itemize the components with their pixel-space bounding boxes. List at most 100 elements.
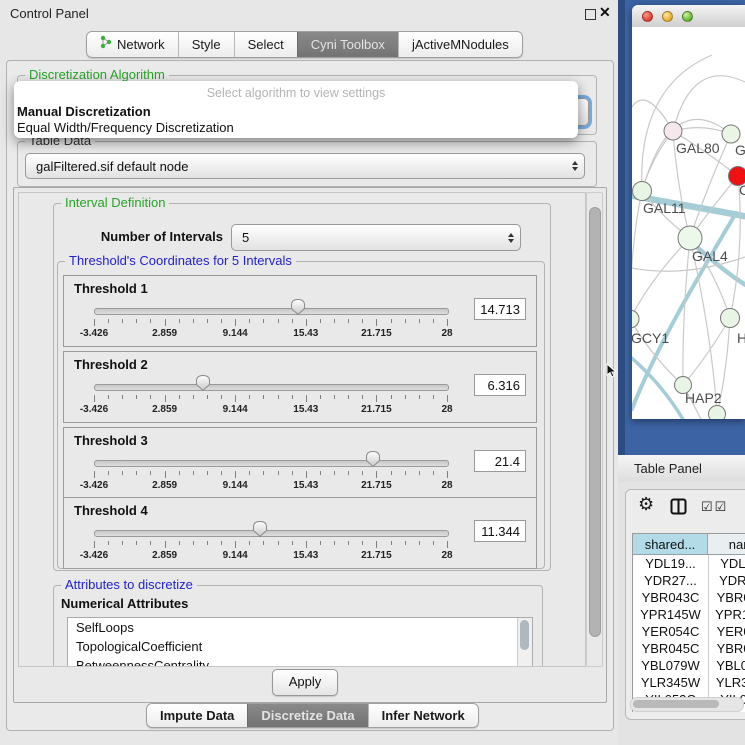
table-cell[interactable]: YER054C [633, 623, 708, 640]
apply-button[interactable]: Apply [272, 669, 338, 696]
slider-handle[interactable] [252, 520, 268, 541]
tab-impute-data[interactable]: Impute Data [147, 704, 247, 727]
threshold-value-field[interactable]: 14.713 [474, 298, 526, 320]
slider-track[interactable] [94, 384, 449, 391]
table-cell[interactable]: YDL19... [633, 555, 708, 572]
table-row[interactable]: YDR27...YDR27... [633, 572, 745, 589]
table-cell[interactable]: YDR27... [633, 572, 708, 589]
table-cell[interactable]: YLR345W [633, 674, 708, 691]
tab-select[interactable]: Select [234, 32, 297, 57]
slider-tick [221, 541, 222, 545]
attribute-list-item[interactable]: SelfLoops [68, 618, 532, 637]
slider-track[interactable] [94, 308, 449, 315]
popup-option-manual[interactable]: Manual Discretization [17, 104, 575, 120]
slider-handle[interactable] [365, 450, 381, 471]
table-cell[interactable]: YBL079W [633, 657, 708, 674]
table-cell[interactable]: YBL079W [708, 657, 745, 674]
network-node[interactable] [709, 406, 726, 420]
table-cell[interactable]: YBR043C [708, 589, 745, 606]
threshold-slider[interactable]: -3.4262.8599.14415.4321.71528 [94, 378, 447, 418]
scrollbar-thumb[interactable] [633, 700, 719, 708]
table-cell[interactable]: YDL19... [708, 555, 745, 572]
threshold-slider[interactable]: -3.4262.8599.14415.4321.71528 [94, 524, 447, 564]
attribute-list-item[interactable]: TopologicalCoefficient [68, 637, 532, 656]
network-node[interactable] [633, 182, 652, 201]
table-cell[interactable]: YDR27... [708, 572, 745, 589]
network-node[interactable] [678, 226, 702, 250]
checkbox-icon[interactable]: ☑ [701, 499, 715, 514]
slider-track[interactable] [94, 460, 449, 467]
column-checkbox-icons[interactable]: ☑☑ [701, 499, 728, 515]
popup-option-equal-width[interactable]: Equal Width/Frequency Discretization [17, 120, 575, 136]
table-row[interactable]: YLR345WYLR345W [633, 674, 745, 691]
table-cell[interactable]: YBR043C [633, 589, 708, 606]
float-window-icon[interactable] [585, 9, 596, 20]
table-horizontal-scrollbar[interactable] [630, 697, 744, 712]
table-cell[interactable]: YBR045C [633, 640, 708, 657]
table-cell[interactable]: YER054C [708, 623, 745, 640]
table-cell[interactable]: YLR345W [708, 674, 745, 691]
slider-tick [306, 319, 307, 326]
network-node-label: GAL80 [676, 140, 720, 156]
table-row[interactable]: YDL19...YDL19... [633, 555, 745, 572]
main-scrollbar[interactable] [586, 192, 603, 667]
network-node[interactable] [664, 122, 682, 140]
threshold-slider[interactable]: -3.4262.8599.14415.4321.71528 [94, 454, 447, 494]
network-node-label: GAL11 [643, 200, 686, 216]
slider-tick [405, 395, 406, 399]
table-row[interactable]: YPR145WYPR145W [633, 606, 745, 623]
column-header-name[interactable]: name [708, 534, 745, 555]
slider-tick [433, 541, 434, 545]
tab-cyni-toolbox[interactable]: Cyni Toolbox [297, 32, 398, 57]
zoom-traffic-light[interactable] [682, 11, 693, 22]
table-row[interactable]: YBL079WYBL079W [633, 657, 745, 674]
threshold-2-panel: Threshold 2 -3.4262.8599.14415.4321.7152… [63, 351, 537, 423]
scrollbar-thumb[interactable] [520, 620, 529, 650]
number-of-intervals-combobox[interactable]: 5 [231, 224, 521, 251]
slider-tick [263, 541, 264, 545]
table-row[interactable]: YBR045CYBR045C [633, 640, 745, 657]
threshold-label: Threshold 4 [74, 503, 148, 518]
slider-tick [108, 319, 109, 323]
network-window-titlebar[interactable] [632, 5, 745, 28]
close-traffic-light[interactable] [642, 11, 653, 22]
numerical-attributes-list[interactable]: SelfLoopsTopologicalCoefficientBetweenne… [67, 617, 533, 667]
cyni-toolbox-panel: Discretization Algorithm Table Data galF… [6, 60, 614, 731]
tab-jactivemnodules[interactable]: jActiveMNodules [398, 32, 522, 57]
split-columns-icon[interactable] [670, 498, 687, 518]
column-header-shared-name[interactable]: shared... [633, 534, 708, 555]
attribute-list-item[interactable]: BetweennessCentrality [68, 656, 532, 667]
table-row[interactable]: YBR043CYBR043C [633, 589, 745, 606]
threshold-label: Threshold 1 [74, 281, 148, 296]
slider-tick [193, 395, 194, 399]
close-icon[interactable]: ✕ [599, 4, 611, 21]
network-canvas[interactable]: GAL80GACGAL11GAL4GCY1HHAP2 [632, 27, 745, 419]
minimize-traffic-light[interactable] [662, 11, 673, 22]
threshold-value-field[interactable]: 11.344 [474, 520, 526, 542]
slider-handle[interactable] [195, 374, 211, 395]
threshold-slider[interactable]: -3.4262.8599.14415.4321.71528 [94, 302, 447, 342]
thresholds-legend: Threshold's Coordinates for 5 Intervals [65, 254, 296, 268]
network-node[interactable] [722, 125, 740, 143]
checkbox-icon[interactable]: ☑ [715, 499, 729, 514]
table-cell[interactable]: YBR045C [708, 640, 745, 657]
slider-tick [278, 541, 279, 545]
tab-discretize-data[interactable]: Discretize Data [247, 704, 367, 727]
network-node[interactable] [721, 309, 740, 328]
threshold-value-field[interactable]: 21.4 [474, 450, 526, 472]
tab-infer-network[interactable]: Infer Network [368, 704, 478, 727]
slider-track[interactable] [94, 530, 449, 537]
tab-style[interactable]: Style [178, 32, 234, 57]
tab-network[interactable]: Network [87, 32, 178, 57]
table-cell[interactable]: YPR145W [633, 606, 708, 623]
scrollbar-thumb[interactable] [589, 207, 601, 637]
gear-icon[interactable]: ⚙ [638, 494, 654, 515]
network-node[interactable] [632, 310, 639, 328]
table-cell[interactable]: YPR145W [708, 606, 745, 623]
slider-handle[interactable] [290, 298, 306, 319]
threshold-value-field[interactable]: 6.316 [474, 374, 526, 396]
attributes-scrollbar[interactable] [517, 618, 532, 667]
table-row[interactable]: YER054CYER054C [633, 623, 745, 640]
slider-tick [207, 395, 208, 399]
table-data-combobox[interactable]: galFiltered.sif default node [25, 153, 585, 179]
